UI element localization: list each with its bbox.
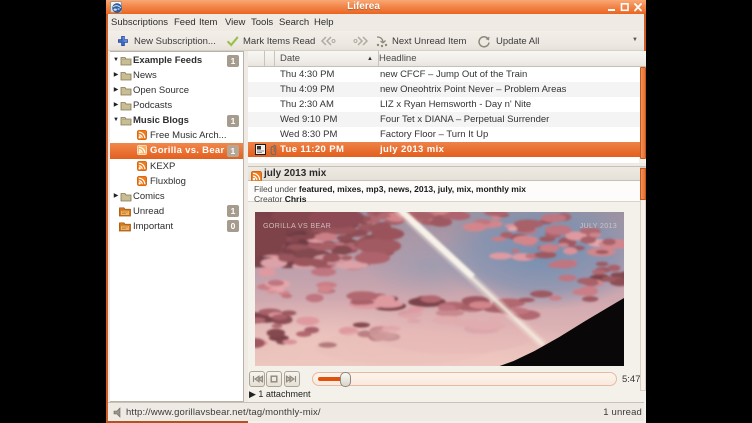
svg-text:JULY 2013: JULY 2013 — [580, 222, 617, 230]
svg-text:GORILLA VS BEAR: GORILLA VS BEAR — [263, 222, 331, 230]
